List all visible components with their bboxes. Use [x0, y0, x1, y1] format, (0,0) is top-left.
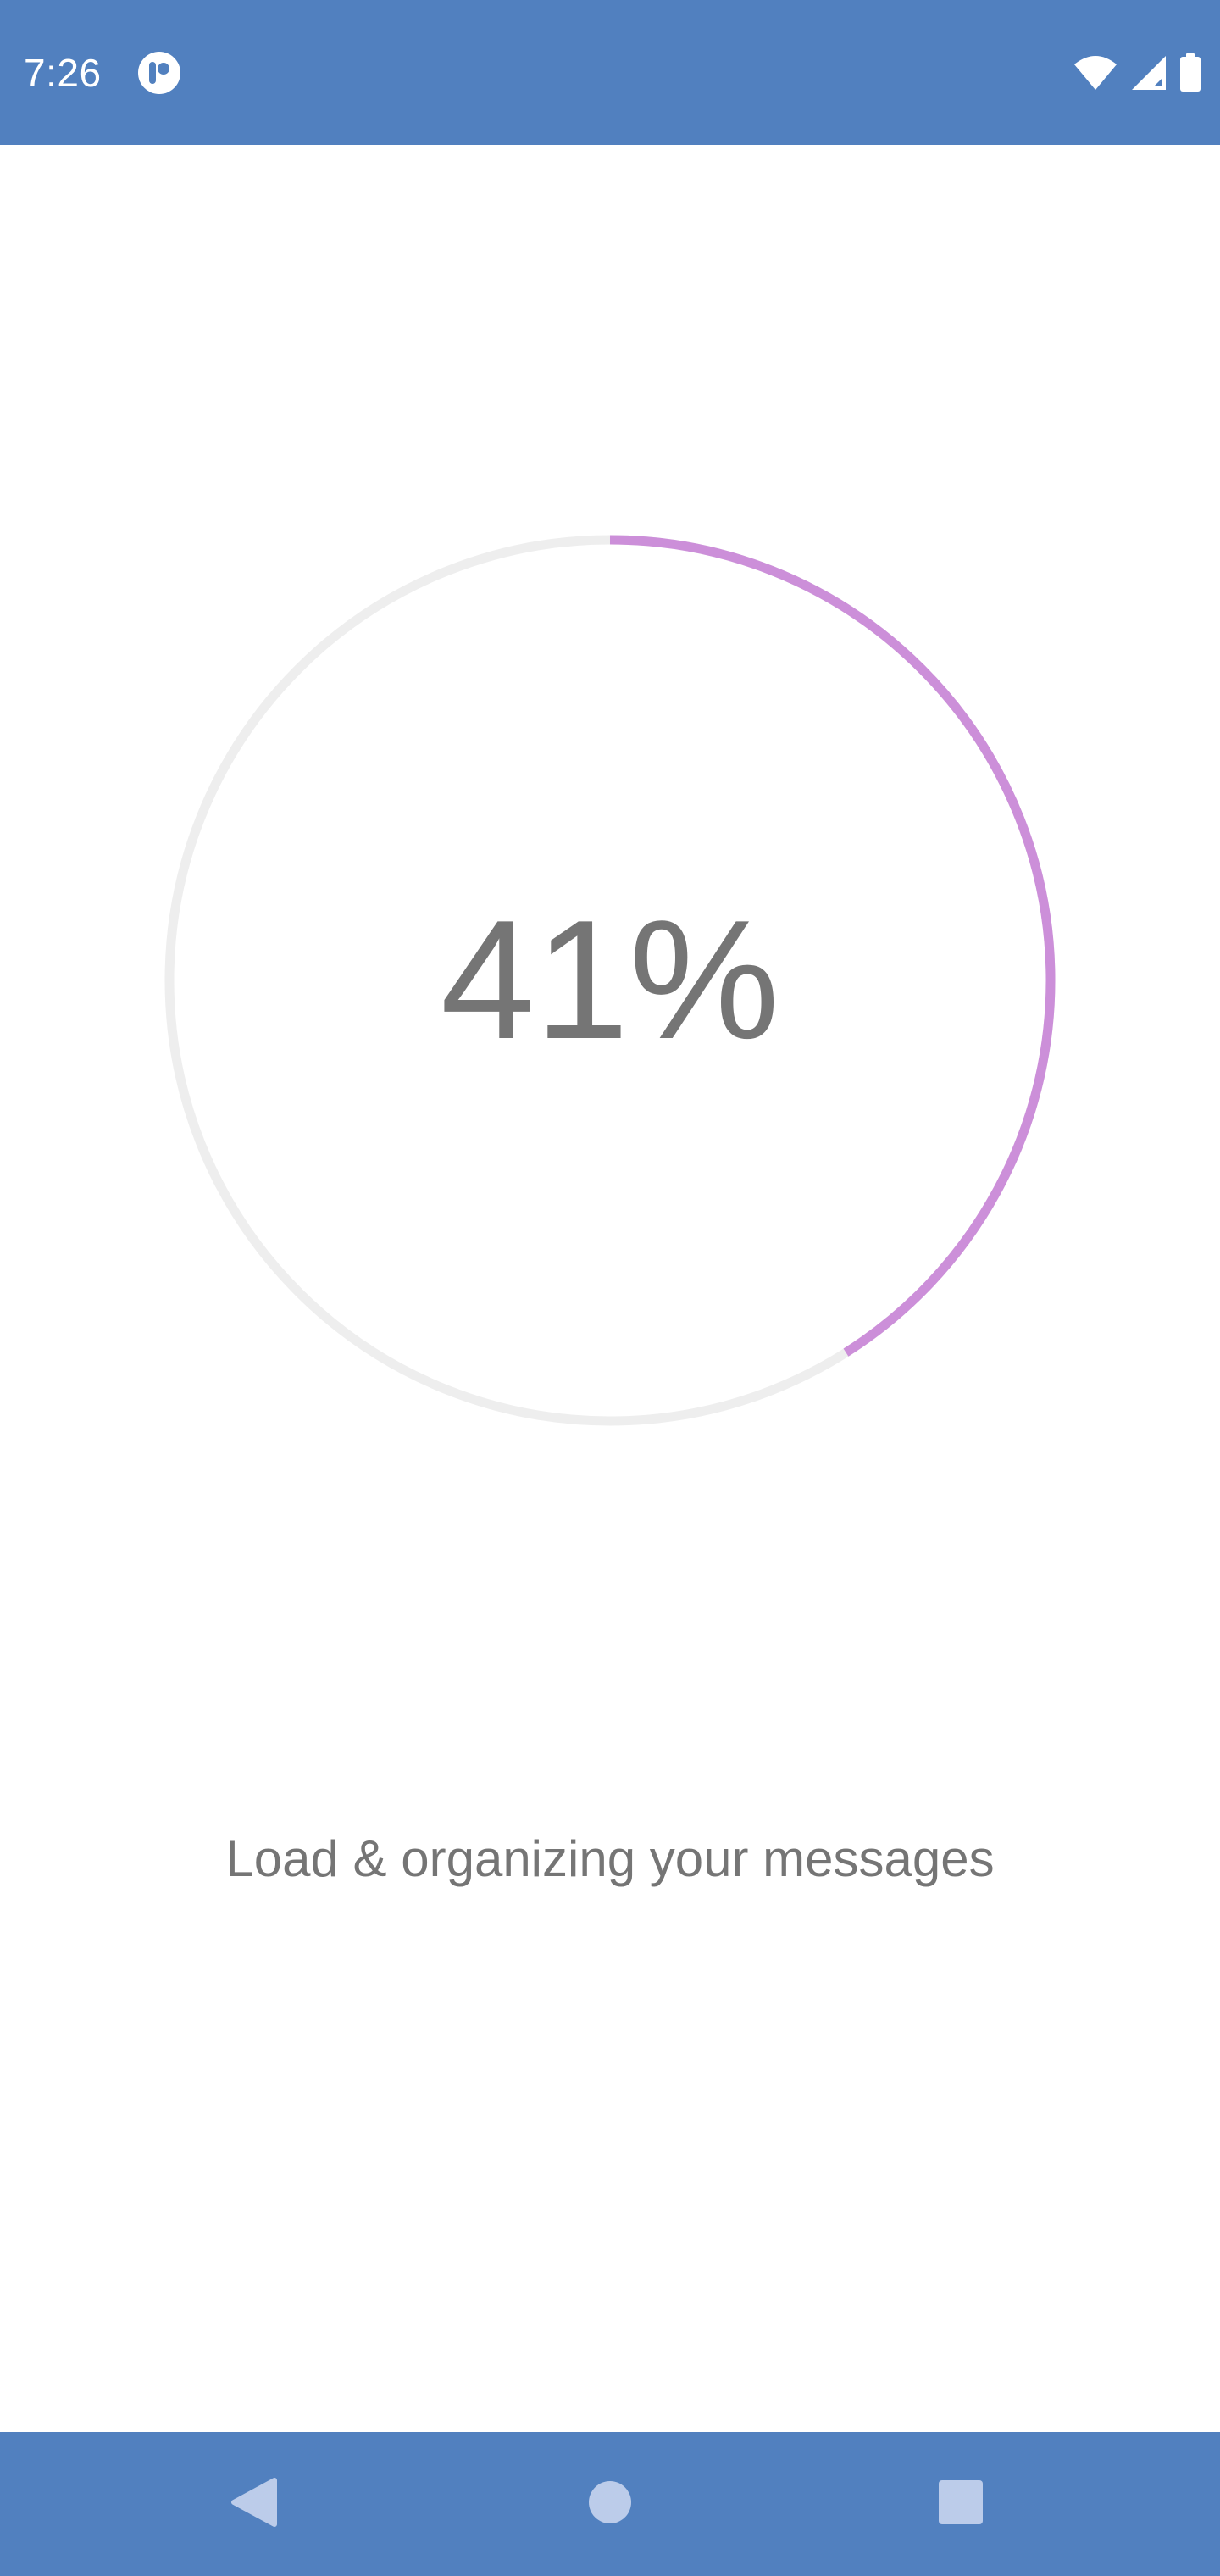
progress-indicator: 41%: [161, 531, 1059, 1430]
progress-percent: 41%: [440, 886, 780, 1074]
home-icon: [588, 2480, 632, 2529]
status-time: 7:26: [24, 51, 102, 95]
loading-screen: 7:26 41% Load & organizing your messages: [0, 0, 1220, 2576]
status-indicators: [1073, 51, 1201, 95]
recents-button[interactable]: [893, 2432, 1029, 2576]
app-notification-icon: [137, 51, 181, 95]
back-button[interactable]: [186, 2432, 322, 2576]
wifi-icon: [1073, 54, 1118, 92]
navigation-bar: [0, 2432, 1220, 2576]
loading-message: Load & organizing your messages: [225, 1830, 995, 1887]
back-icon: [230, 2477, 278, 2532]
recents-icon: [938, 2479, 984, 2529]
cell-signal-icon: [1130, 54, 1167, 92]
status-bar: 7:26: [0, 0, 1220, 145]
battery-icon: [1179, 53, 1201, 92]
home-button[interactable]: [542, 2432, 678, 2576]
